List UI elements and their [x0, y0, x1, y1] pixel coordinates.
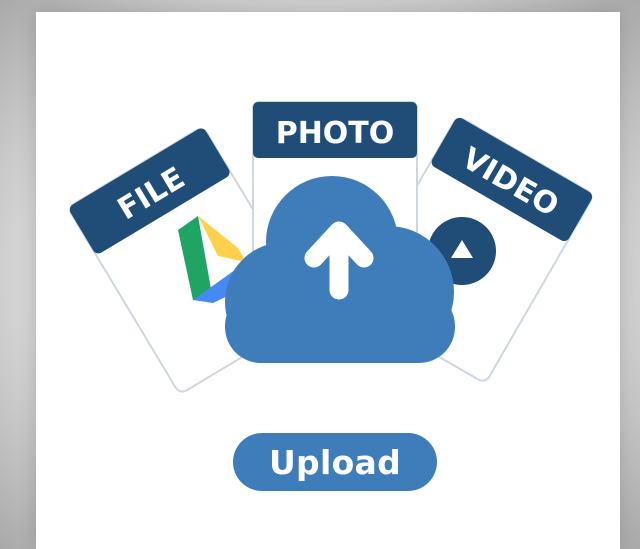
upload-button[interactable]: Upload [233, 433, 437, 491]
photo-label: PHOTO [276, 116, 395, 151]
upload-button-label: Upload [268, 442, 402, 482]
